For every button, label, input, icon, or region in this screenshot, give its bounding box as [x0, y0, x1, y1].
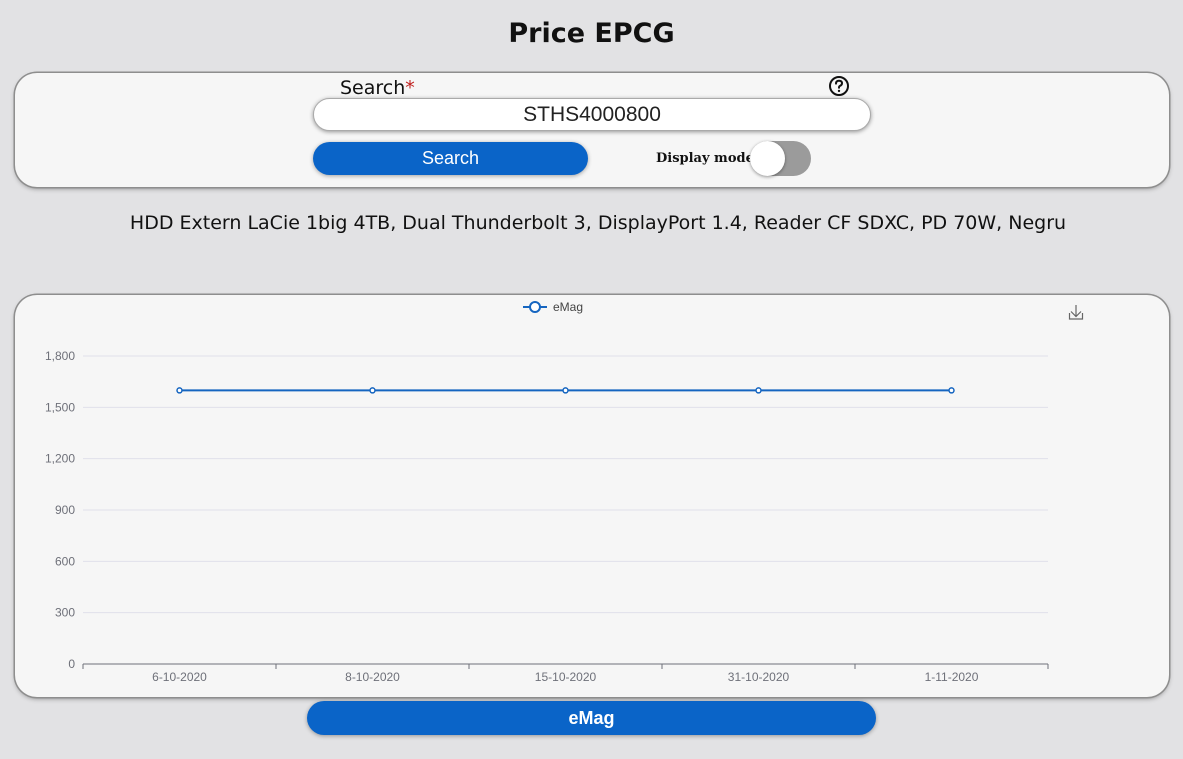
x-tick-label: 6-10-2020 [152, 670, 207, 684]
search-button[interactable]: Search [313, 142, 588, 175]
data-point[interactable] [755, 387, 762, 394]
x-tick-label: 8-10-2020 [345, 670, 400, 684]
price-chart: 0 300 600 900 1,200 1,500 1,800 6-10-2020 8-10-2… [15, 295, 1169, 697]
data-point[interactable] [948, 387, 955, 394]
x-tick-label: 15-10-2020 [535, 670, 597, 684]
page-title: Price EPCG [508, 18, 675, 49]
search-label: Search* [340, 77, 415, 99]
toggle-knob [750, 141, 785, 176]
x-tick-label: 1-11-2020 [925, 670, 979, 684]
shop-button-emag[interactable]: eMag [307, 701, 876, 735]
data-point[interactable] [176, 387, 183, 394]
x-tick-label: 31-10-2020 [728, 670, 790, 684]
search-input[interactable] [313, 98, 871, 131]
download-icon[interactable] [1068, 305, 1084, 320]
data-point[interactable] [369, 387, 376, 394]
y-tick-label: 1,500 [45, 400, 75, 414]
product-name: HDD Extern LaCie 1big 4TB, Dual Thunderb… [129, 212, 1067, 234]
y-tick-label: 1,200 [45, 452, 75, 466]
y-tick-label: 1,800 [45, 349, 75, 363]
search-panel: Search* Search Display mode [15, 73, 1169, 187]
price-chart-svg: 0 300 600 900 1,200 1,500 1,800 6-10-2020 8-10-2… [45, 300, 1084, 684]
display-mode-label: Display mode [656, 151, 754, 166]
display-mode-toggle[interactable] [750, 141, 811, 176]
legend-marker [529, 301, 541, 313]
help-circle-icon[interactable] [828, 75, 850, 97]
y-tick-label: 0 [68, 657, 75, 671]
legend-label[interactable]: eMag [553, 300, 583, 314]
y-tick-label: 300 [55, 606, 75, 620]
y-tick-label: 600 [55, 554, 75, 568]
data-point[interactable] [562, 387, 569, 394]
required-mark: * [405, 77, 415, 99]
y-tick-label: 900 [55, 503, 75, 517]
